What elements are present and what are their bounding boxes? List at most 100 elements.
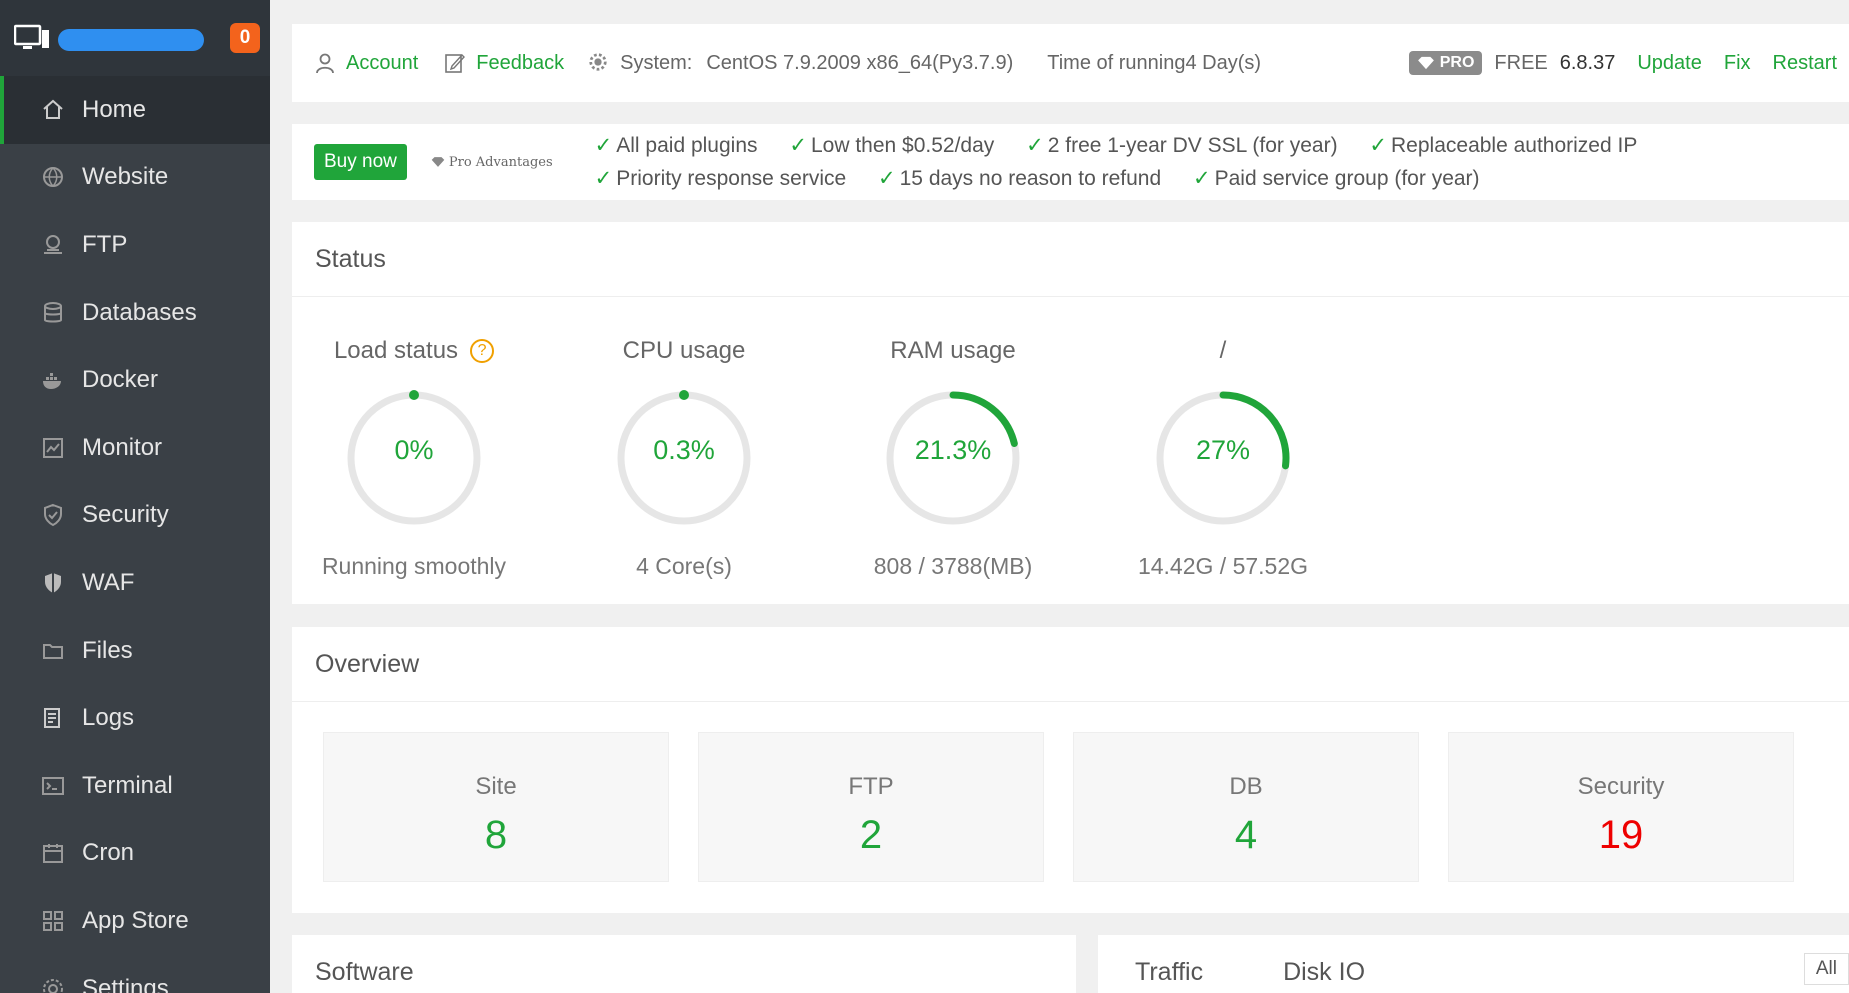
db-card[interactable]: DB 4	[1073, 732, 1419, 882]
cpu-usage-gauge[interactable]: CPU usage 0.3% 4 Core(s)	[564, 335, 804, 580]
sidebar-item-app-store[interactable]: App Store	[0, 887, 270, 955]
ftp-icon	[40, 232, 66, 258]
sidebar-item-logs[interactable]: Logs	[0, 684, 270, 752]
edition-label: FREE	[1494, 51, 1548, 74]
sidebar: 0 Home Website FTP Databases Docker Moni…	[0, 0, 270, 993]
tab-disk-io[interactable]: Disk IO	[1283, 958, 1365, 987]
status-title: Status	[292, 222, 1849, 297]
sidebar-item-cron[interactable]: Cron	[0, 820, 270, 888]
feature-item: ✓ Low then $0.52/day	[789, 134, 994, 157]
software-title: Software	[292, 935, 1076, 993]
database-icon	[40, 300, 66, 326]
card-value: 4	[1234, 813, 1258, 857]
sidebar-item-databases[interactable]: Databases	[0, 279, 270, 347]
waf-shield-icon	[40, 570, 66, 596]
feature-text: Priority response service	[616, 167, 847, 190]
load-status-gauge[interactable]: Load status? 0% Running smoothly	[294, 335, 534, 580]
card-value: 8	[484, 813, 508, 857]
top-info-bar: Account Feedback System: CentOS 7.9.2009…	[292, 24, 1849, 102]
gauge-sub: 4 Core(s)	[636, 553, 732, 579]
feature-item: ✓ Priority response service	[595, 167, 847, 190]
help-icon[interactable]: ?	[470, 339, 495, 363]
sidebar-item-files[interactable]: Files	[0, 617, 270, 685]
account-link[interactable]: Account	[314, 52, 418, 75]
apps-grid-icon	[40, 908, 66, 934]
gauge-label: RAM usage	[890, 337, 1016, 364]
sidebar-item-label: WAF	[82, 568, 135, 596]
system-label: System:	[620, 51, 693, 74]
feedback-link[interactable]: Feedback	[444, 52, 564, 75]
sidebar-item-label: Website	[82, 163, 169, 191]
sidebar-item-label: Databases	[82, 298, 197, 326]
gauge-label-row: RAM usage	[833, 335, 1073, 367]
update-link[interactable]: Update	[1637, 52, 1702, 75]
sidebar-item-terminal[interactable]: Terminal	[0, 752, 270, 820]
sidebar-nav: Home Website FTP Databases Docker Monito…	[0, 76, 270, 993]
ram-usage-gauge[interactable]: RAM usage 21.3% 808 / 3788(MB)	[833, 335, 1073, 580]
ftp-card[interactable]: FTP 2	[698, 732, 1044, 882]
sidebar-item-label: Security	[82, 501, 169, 529]
settings-gear-icon	[588, 52, 610, 74]
sidebar-item-label: Logs	[82, 704, 135, 732]
sidebar-item-docker[interactable]: Docker	[0, 346, 270, 414]
card-value: 19	[1598, 813, 1644, 857]
docker-icon	[40, 367, 66, 393]
gauge-ring: 21.3%	[868, 373, 1038, 543]
site-card[interactable]: Site 8	[323, 732, 669, 882]
gauge-value: 21.3%	[914, 435, 992, 465]
overview-panel: Overview Site 8 FTP 2 DB 4 Security 19	[292, 627, 1849, 913]
pro-tag[interactable]: PRO	[1408, 51, 1483, 75]
monitor-chart-icon	[40, 435, 66, 461]
gauge-sub: Running smoothly	[321, 553, 507, 579]
gauge-label-row: /	[1103, 335, 1343, 367]
card-label: Site	[475, 773, 517, 800]
sidebar-item-label: Home	[82, 95, 147, 123]
globe-icon	[40, 164, 66, 190]
pro-features: ✓ All paid plugins ✓ Low then $0.52/day ✓ 2…	[595, 129, 1664, 195]
sidebar-item-settings[interactable]: Settings	[0, 955, 270, 993]
sidebar-item-website[interactable]: Website	[0, 144, 270, 212]
gauge-label-row: Load status?	[294, 335, 534, 367]
sidebar-item-ftp[interactable]: FTP	[0, 211, 270, 279]
user-icon	[314, 52, 336, 74]
check-icon: ✓	[1369, 134, 1388, 157]
feature-text: Low then $0.52/day	[810, 134, 995, 157]
gauge-indicator	[409, 390, 419, 400]
gauge-value: 0%	[394, 435, 434, 465]
log-file-icon	[40, 705, 66, 731]
disk-usage-gauge[interactable]: / 27% 14.42G / 57.52G	[1103, 335, 1343, 580]
gauge-label-row: CPU usage	[564, 335, 804, 367]
sidebar-item-label: Settings	[82, 974, 169, 993]
server-name-bar[interactable]	[58, 29, 204, 51]
sidebar-item-home[interactable]: Home	[0, 76, 270, 144]
restart-link[interactable]: Restart	[1773, 52, 1837, 75]
pro-advantages-link[interactable]: Pro Advantages	[431, 155, 553, 170]
pro-promo-bar: Buy now Pro Advantages ✓ All paid plugins…	[292, 124, 1849, 200]
sidebar-item-security[interactable]: Security	[0, 482, 270, 550]
sidebar-item-monitor[interactable]: Monitor	[0, 414, 270, 482]
gauge-ring: 0.3%	[599, 373, 769, 543]
diamond-icon	[431, 157, 445, 167]
sidebar-item-label: Terminal	[82, 771, 173, 799]
feature-item: ✓ 2 free 1-year DV SSL (for year)	[1026, 134, 1337, 157]
fix-link[interactable]: Fix	[1724, 52, 1751, 75]
card-label: DB	[1229, 773, 1263, 800]
tab-traffic[interactable]: Traffic	[1135, 958, 1203, 987]
security-card[interactable]: Security 19	[1448, 732, 1794, 882]
feature-text: 15 days no reason to refund	[899, 167, 1162, 190]
main-content: Account Feedback System: CentOS 7.9.2009…	[292, 0, 1849, 993]
feature-item: ✓ Paid service group (for year)	[1193, 167, 1480, 190]
feature-text: Paid service group (for year)	[1214, 167, 1480, 190]
gauges: Load status? 0% Running smoothly CPU usa…	[292, 297, 1849, 597]
all-select[interactable]: All	[1803, 953, 1849, 985]
feedback-label: Feedback	[476, 51, 565, 74]
sidebar-item-waf[interactable]: WAF	[0, 549, 270, 617]
gauge-sub: 14.42G / 57.52G	[1137, 553, 1309, 579]
gauge-ring: 27%	[1138, 373, 1308, 543]
notification-badge[interactable]: 0	[230, 23, 260, 53]
sidebar-item-label: FTP	[82, 230, 128, 258]
terminal-icon	[40, 773, 66, 799]
check-icon: ✓	[789, 134, 807, 157]
buy-now-button[interactable]: Buy now	[314, 144, 407, 180]
features-row: ✓ Priority response service ✓ 15 days no r…	[595, 162, 1664, 195]
